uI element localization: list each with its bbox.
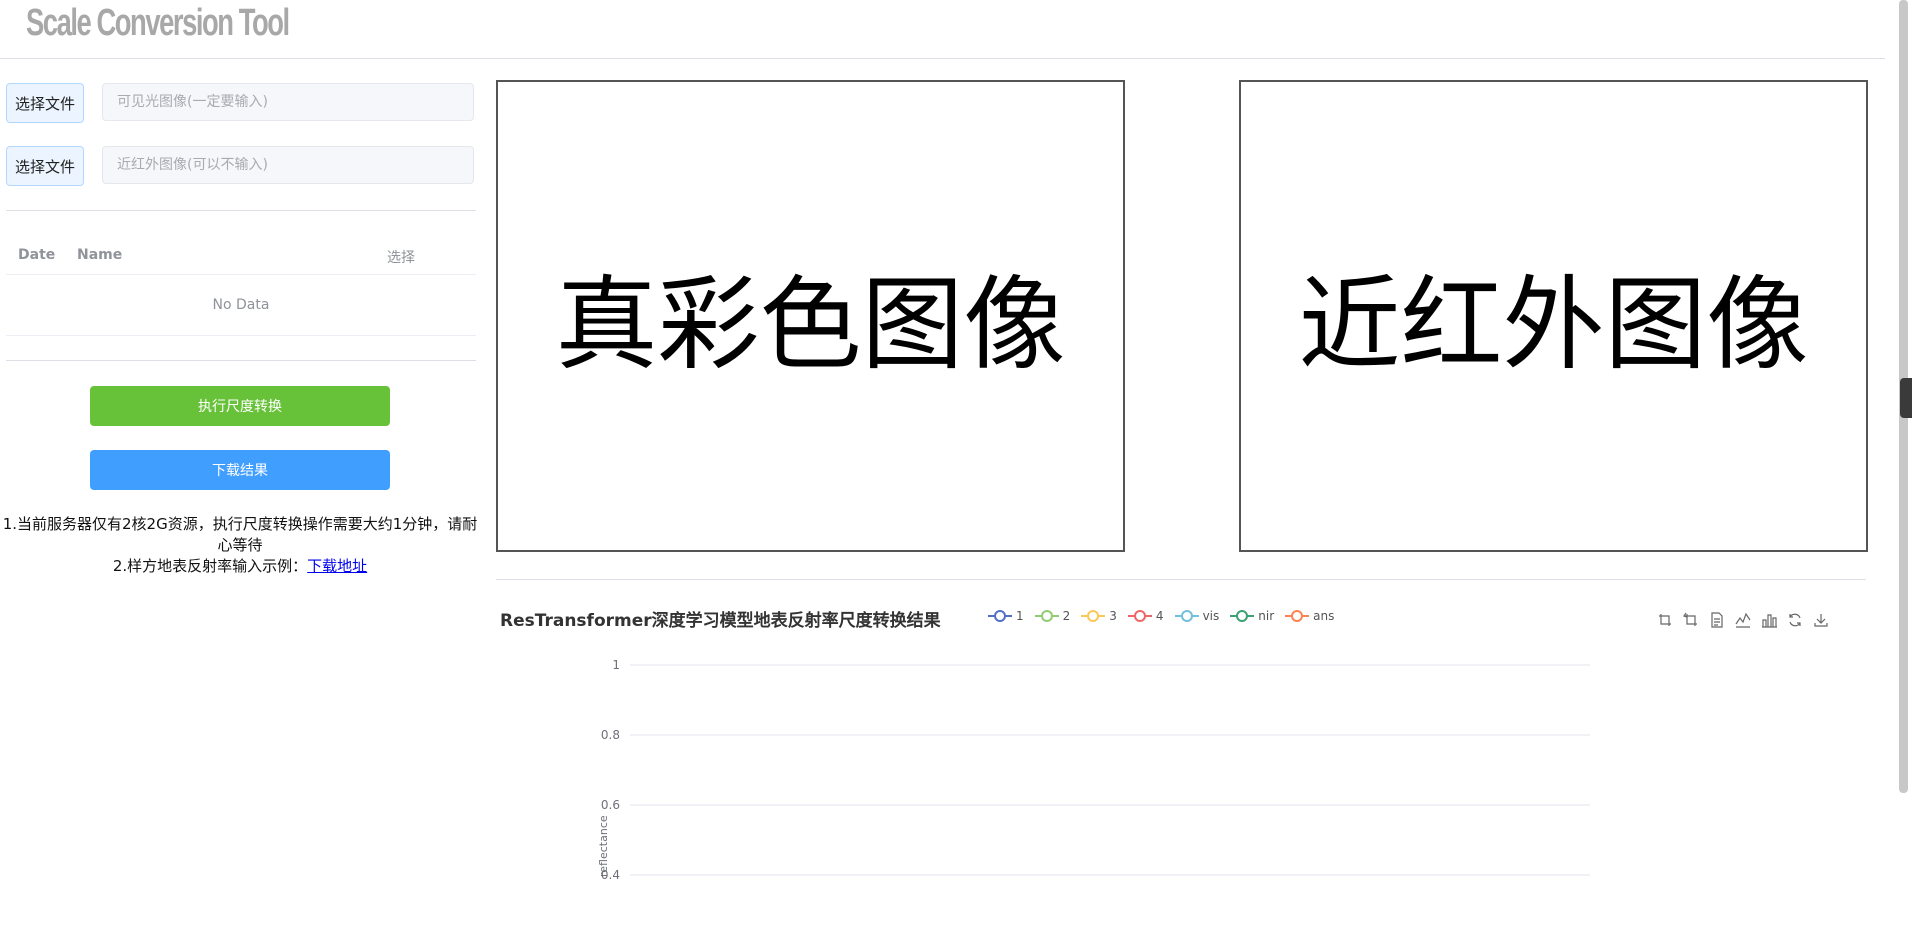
- legend-marker: [1127, 610, 1152, 622]
- legend-marker: [1230, 610, 1255, 622]
- legend-item-1[interactable]: 1: [988, 609, 1024, 623]
- zoom-icon[interactable]: [1652, 612, 1678, 628]
- column-date[interactable]: Date: [18, 247, 55, 263]
- truecolor-image-label: 真彩色图像: [555, 265, 1066, 385]
- bar-chart-icon[interactable]: [1756, 612, 1782, 628]
- reflectance-chart: 10.80.60.4reflectance: [597, 658, 1590, 882]
- save-image-icon[interactable]: [1808, 612, 1834, 628]
- note-line-2: 2.样方地表反射率输入示例：下载地址: [0, 556, 480, 577]
- nir-image-input[interactable]: [102, 146, 474, 184]
- legend-label: ans: [1313, 609, 1335, 623]
- chart-legend: 1 2 3 4 vis nir ans: [988, 606, 1345, 626]
- legend-item-ans[interactable]: ans: [1285, 609, 1334, 623]
- table-header: Date Name 选择: [6, 236, 476, 275]
- sample-download-link[interactable]: 下载地址: [307, 557, 367, 575]
- legend-label: 4: [1155, 609, 1164, 623]
- nir-image-panel: 近红外图像: [1239, 80, 1868, 552]
- legend-label: nir: [1258, 609, 1275, 623]
- app-title: Scale Conversion Tool: [26, 2, 290, 44]
- column-select[interactable]: 选择: [387, 247, 415, 267]
- legend-marker: [1285, 610, 1310, 622]
- chart-title: ResTransformer深度学习模型地表反射率尺度转换结果: [500, 611, 941, 631]
- usage-notes: 1.当前服务器仅有2核2G资源，执行尺度转换操作需要大约1分钟，请耐心等待 2.…: [0, 514, 480, 577]
- legend-item-2[interactable]: 2: [1034, 609, 1071, 623]
- restore-icon[interactable]: [1782, 612, 1808, 628]
- divider: [496, 579, 1866, 580]
- legend-item-4[interactable]: 4: [1127, 609, 1164, 623]
- table-empty-text: No Data: [6, 275, 476, 336]
- legend-marker: [1034, 610, 1059, 622]
- side-panel-handle[interactable]: [1900, 378, 1912, 418]
- y-tick-label: 0.6: [601, 798, 620, 812]
- truecolor-image-panel: 真彩色图像: [496, 80, 1125, 552]
- divider: [6, 210, 476, 211]
- legend-item-nir[interactable]: nir: [1230, 609, 1274, 623]
- legend-label: 3: [1109, 609, 1117, 623]
- divider: [6, 360, 476, 361]
- visible-image-input[interactable]: [102, 83, 474, 121]
- legend-label: 2: [1062, 609, 1071, 623]
- file-table: Date Name 选择 No Data: [6, 236, 476, 336]
- legend-label: 1: [1016, 609, 1024, 623]
- y-axis-label: reflectance: [597, 815, 610, 877]
- y-tick-label: 0.8: [601, 728, 620, 742]
- legend-label: vis: [1202, 609, 1220, 623]
- convert-button[interactable]: 执行尺度转换: [90, 386, 390, 426]
- visible-image-row: 选择文件: [6, 83, 476, 123]
- choose-visible-file-button[interactable]: 选择文件: [6, 83, 84, 123]
- choose-nir-file-button[interactable]: 选择文件: [6, 146, 84, 186]
- note-line-2-text: 2.样方地表反射率输入示例：: [112, 557, 308, 575]
- legend-item-vis[interactable]: vis: [1174, 609, 1220, 623]
- chart-toolbox: [1652, 612, 1834, 628]
- legend-marker: [1174, 610, 1199, 622]
- data-view-icon[interactable]: [1704, 612, 1730, 628]
- legend-item-3[interactable]: 3: [1081, 609, 1117, 623]
- nir-image-label: 近红外图像: [1298, 265, 1809, 385]
- app-header: Scale Conversion Tool: [0, 0, 1885, 59]
- download-result-button[interactable]: 下载结果: [90, 450, 390, 490]
- legend-marker: [1081, 610, 1106, 622]
- legend-marker: [988, 610, 1012, 622]
- zoom-reset-icon[interactable]: [1678, 612, 1704, 628]
- y-tick-label: 1: [612, 658, 620, 672]
- note-line-1: 1.当前服务器仅有2核2G资源，执行尺度转换操作需要大约1分钟，请耐心等待: [2, 515, 478, 554]
- nir-image-row: 选择文件: [6, 146, 476, 186]
- column-name[interactable]: Name: [77, 247, 122, 263]
- line-chart-icon[interactable]: [1730, 612, 1756, 628]
